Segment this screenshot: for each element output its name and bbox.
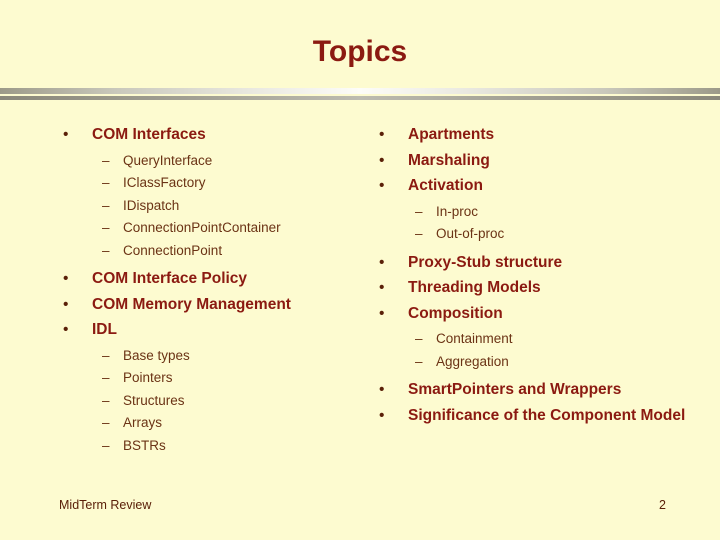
dash-bullet-icon: –	[102, 242, 110, 258]
bullet-dot-icon: •	[63, 321, 69, 338]
bullet-item-significance-of-the-component-model: • Significance of the Component Model	[366, 403, 686, 429]
dash-bullet-icon: –	[102, 437, 110, 453]
dash-bullet-icon: –	[102, 175, 110, 190]
sub-bullet-item-containment: – Containment	[366, 328, 686, 351]
sub-bullet-item-label: ConnectionPointContainer	[123, 220, 281, 235]
bullet-item-com-interfaces: • COM Interfaces	[50, 122, 365, 148]
slide: Topics • COM Interfaces – QueryInterface – IC…	[0, 0, 720, 540]
sub-bullet-item-iclassfactory: – IClassFactory	[50, 172, 365, 195]
sub-bullet-item-label: Containment	[436, 331, 513, 346]
sub-bullet-item-label: Arrays	[123, 415, 163, 430]
dash-bullet-icon: –	[415, 353, 423, 369]
bullet-item-apartments: • Apartments	[366, 122, 686, 148]
right-content-column: • Apartments • Marshaling • Activation – In-pro…	[366, 122, 686, 428]
bullet-dot-icon: •	[63, 295, 69, 313]
dash-bullet-icon: –	[415, 331, 423, 346]
bullet-item-smartpointers-and-wrappers: • SmartPointers and Wrappers	[366, 377, 686, 403]
sub-bullet-item-arrays: – Arrays	[50, 412, 365, 435]
bullet-item-label: IDL	[92, 321, 117, 338]
bullet-item-com-interface-policy: • COM Interface Policy	[50, 266, 365, 292]
sub-bullet-item-pointers: – Pointers	[50, 367, 365, 390]
bullet-item-label: Threading Models	[408, 279, 541, 296]
bullet-dot-icon: •	[63, 270, 69, 287]
page-title: Topics	[312, 35, 408, 68]
dash-bullet-icon: –	[415, 226, 423, 241]
left-content-column: • COM Interfaces – QueryInterface – IClassFac…	[50, 122, 365, 457]
sub-bullet-item-label: ConnectionPoint	[123, 242, 223, 258]
title-divider	[0, 88, 720, 102]
bullet-dot-icon: •	[63, 126, 69, 143]
bullet-item-label: COM Interface Policy	[92, 270, 248, 287]
bullet-item-label: COM Interfaces	[92, 126, 206, 143]
title-block: Topics	[0, 34, 720, 70]
sub-bullet-item-connectionpointcontainer: – ConnectionPointContainer	[50, 217, 365, 240]
bullet-item-marshaling: • Marshaling	[366, 148, 686, 174]
sub-bullet-item-aggregation: – Aggregation	[366, 351, 686, 374]
sub-bullet-item-label: BSTRs	[123, 437, 166, 453]
sub-bullet-item-label: Aggregation	[436, 353, 509, 369]
dash-bullet-icon: –	[102, 197, 110, 213]
footer-label: MidTerm Review	[59, 498, 152, 512]
dash-bullet-icon: –	[102, 370, 110, 385]
sub-bullet-item-label: Structures	[123, 392, 185, 408]
sub-bullet-item-label: Base types	[123, 347, 190, 363]
bullet-dot-icon: •	[379, 126, 385, 143]
bullet-item-label: Composition	[408, 304, 503, 322]
bullet-item-threading-models: • Threading Models	[366, 275, 686, 301]
sub-bullet-item-label: Pointers	[123, 370, 173, 385]
bullet-dot-icon: •	[379, 177, 385, 194]
bullet-dot-icon: •	[379, 151, 385, 169]
dash-bullet-icon: –	[102, 347, 110, 363]
sub-bullet-item-connectionpoint: – ConnectionPoint	[50, 240, 365, 263]
dash-bullet-icon: –	[102, 220, 110, 235]
bullet-item-com-memory-management: • COM Memory Management	[50, 292, 365, 318]
sub-bullet-item-in-proc: – In-proc	[366, 201, 686, 224]
bullet-dot-icon: •	[379, 253, 385, 271]
dash-bullet-icon: –	[415, 203, 423, 219]
sub-bullet-item-queryinterface: – QueryInterface	[50, 150, 365, 173]
bullet-dot-icon: •	[379, 381, 385, 398]
sub-bullet-item-base-types: – Base types	[50, 345, 365, 368]
bullet-item-label: Proxy-Stub structure	[408, 253, 563, 271]
bullet-item-label: Apartments	[408, 126, 495, 143]
sub-bullet-item-out-of-proc: – Out-of-proc	[366, 223, 686, 246]
bullet-dot-icon: •	[379, 406, 385, 424]
page-number: 2	[659, 498, 666, 512]
sub-bullet-item-idispatch: – IDispatch	[50, 195, 365, 218]
sub-bullet-item-label: IClassFactory	[123, 175, 206, 190]
bullet-item-proxy-stub-structure: • Proxy-Stub structure	[366, 250, 686, 276]
bullet-item-label: Activation	[408, 177, 483, 194]
sub-bullet-item-label: IDispatch	[123, 197, 180, 213]
dash-bullet-icon: –	[102, 152, 110, 168]
sub-bullet-item-structures: – Structures	[50, 390, 365, 413]
bullet-item-label: Significance of the Component Model	[408, 406, 686, 424]
sub-bullet-item-bstrs: – BSTRs	[50, 435, 365, 458]
bullet-item-label: Marshaling	[408, 151, 490, 169]
bullet-item-composition: • Composition	[366, 301, 686, 327]
bullet-item-label: COM Memory Management	[92, 295, 291, 313]
sub-bullet-item-label: QueryInterface	[123, 152, 213, 168]
dash-bullet-icon: –	[102, 415, 110, 430]
sub-bullet-item-label: Out-of-proc	[436, 226, 505, 241]
bullet-item-label: SmartPointers and Wrappers	[408, 381, 622, 398]
bullet-item-activation: • Activation	[366, 173, 686, 199]
dash-bullet-icon: –	[102, 392, 110, 408]
slide-footer: MidTerm Review 2	[0, 496, 720, 520]
divider-bar-lower	[0, 96, 720, 100]
bullet-item-idl: • IDL	[50, 317, 365, 343]
bullet-dot-icon: •	[379, 304, 385, 322]
bullet-dot-icon: •	[379, 279, 385, 296]
sub-bullet-item-label: In-proc	[436, 203, 479, 219]
